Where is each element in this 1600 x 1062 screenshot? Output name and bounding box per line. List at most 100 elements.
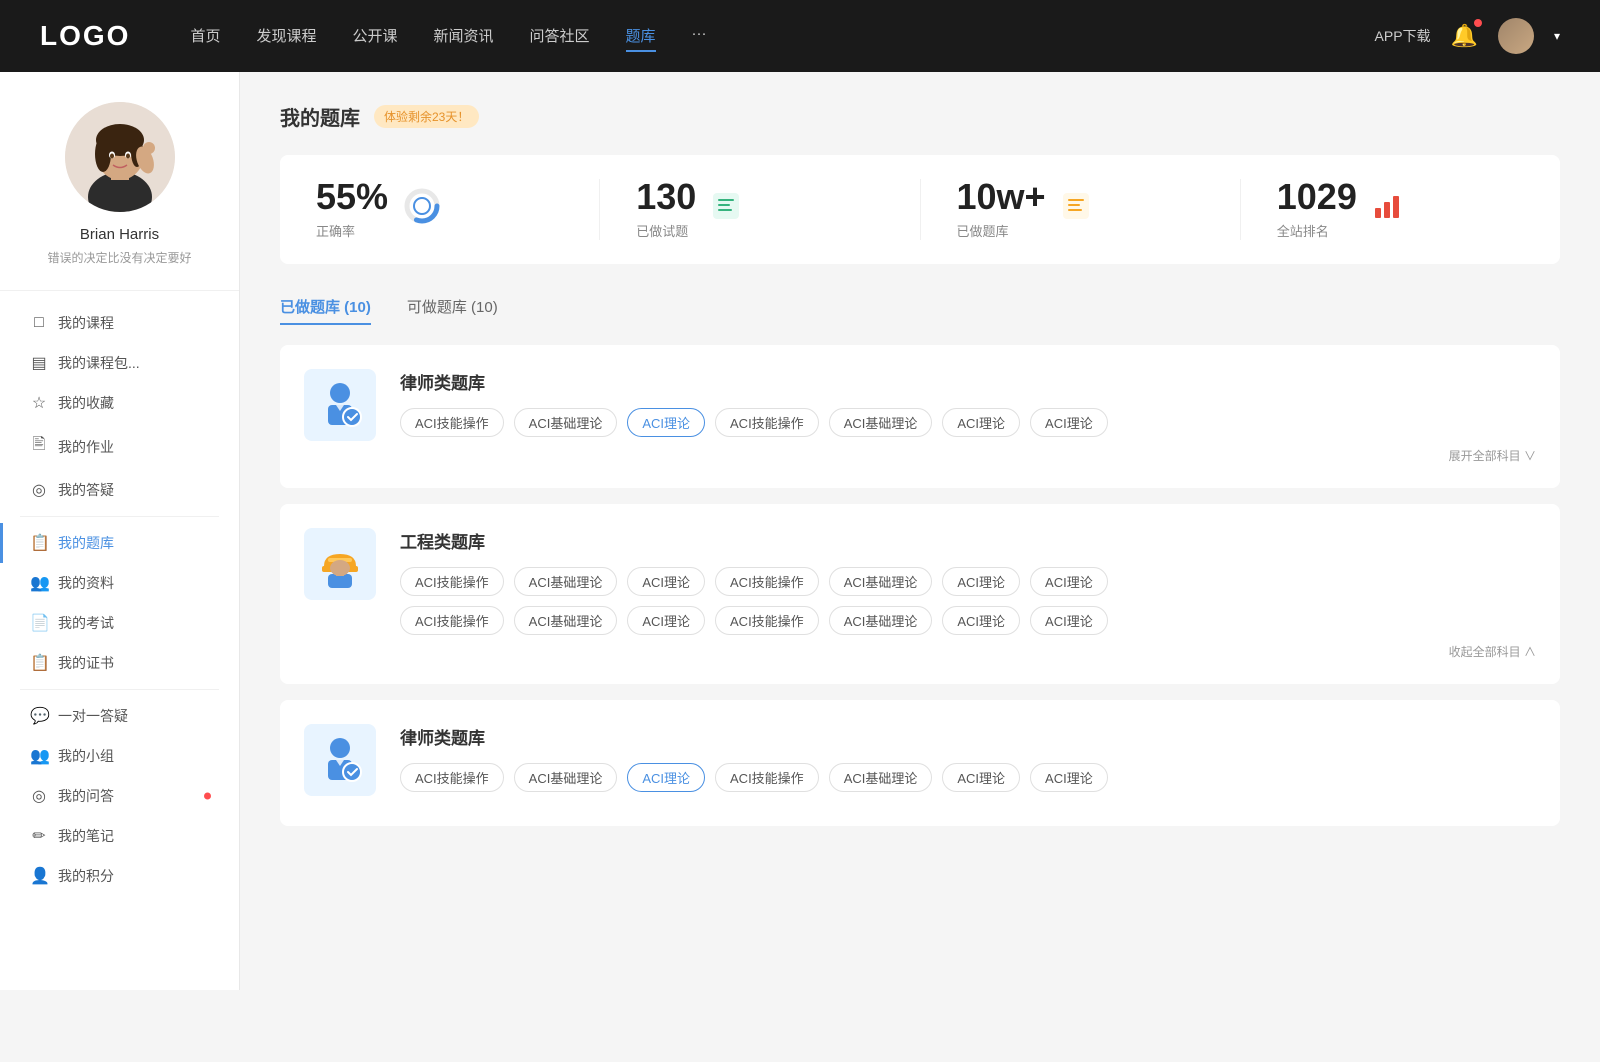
qbank-tag[interactable]: ACI基础理论: [514, 606, 618, 635]
qbank-tag-active[interactable]: ACI理论: [627, 763, 705, 792]
qbank-tag[interactable]: ACI理论: [1030, 763, 1108, 792]
qbank-tag-active[interactable]: ACI理论: [627, 408, 705, 437]
page-header: 我的题库 体验剩余23天！: [280, 102, 1560, 131]
trial-badge: 体验剩余23天！: [374, 105, 479, 128]
package-icon: ▤: [30, 353, 48, 373]
logo[interactable]: LOGO: [40, 20, 130, 52]
qbank-tag[interactable]: ACI基础理论: [514, 567, 618, 596]
sidebar-profile: Brian Harris 错误的决定比没有决定要好: [0, 102, 239, 291]
sidebar-item-my-course[interactable]: □ 我的课程: [0, 303, 239, 343]
qbank-tag[interactable]: ACI理论: [1030, 567, 1108, 596]
qbank-tag[interactable]: ACI理论: [942, 763, 1020, 792]
qbank-tag[interactable]: ACI技能操作: [715, 763, 819, 792]
qbank-tag[interactable]: ACI基础理论: [829, 567, 933, 596]
qbank-tag[interactable]: ACI基础理论: [829, 606, 933, 635]
qbank-tag[interactable]: ACI技能操作: [715, 408, 819, 437]
navbar: LOGO 首页 发现课程 公开课 新闻资讯 问答社区 题库 ··· APP下载 …: [0, 0, 1600, 72]
sidebar-item-label: 我的资料: [58, 573, 114, 593]
list-teal-icon: [710, 190, 742, 229]
sidebar-item-course-package[interactable]: ▤ 我的课程包...: [0, 343, 239, 383]
bell-icon: 🔔: [1451, 23, 1478, 48]
qbank-tag[interactable]: ACI基础理论: [829, 408, 933, 437]
user-avatar[interactable]: [1498, 18, 1534, 54]
nav-open-course[interactable]: 公开课: [352, 21, 397, 52]
page-title: 我的题库: [280, 102, 360, 131]
sidebar-item-my-data[interactable]: 👥 我的资料: [0, 563, 239, 603]
stat-accuracy-label: 正确率: [316, 221, 388, 240]
nav-discover[interactable]: 发现课程: [256, 21, 316, 52]
qbank-lawyer-icon-wrap: [304, 369, 376, 441]
stat-done-questions-main: 130 已做试题: [636, 179, 696, 240]
stats-row: 55% 正确率 130 已做试题: [280, 155, 1560, 264]
qbank-tag[interactable]: ACI基础理论: [514, 408, 618, 437]
stat-ranking-value: 1029: [1277, 179, 1357, 215]
qbank-icon: 📋: [30, 533, 48, 553]
content-tabs: 已做题库 (10) 可做题库 (10): [280, 288, 1560, 325]
expand-link-2[interactable]: 收起全部科目 ∧: [400, 643, 1536, 660]
star-icon: ☆: [30, 393, 48, 413]
sidebar-item-one-on-one[interactable]: 💬 一对一答疑: [0, 696, 239, 736]
qbank-tag[interactable]: ACI理论: [1030, 606, 1108, 635]
points-icon: 👤: [30, 866, 48, 886]
sidebar-item-label: 我的答疑: [58, 480, 114, 500]
nav-news[interactable]: 新闻资讯: [434, 21, 494, 52]
qbank-tag[interactable]: ACI技能操作: [715, 606, 819, 635]
qbank-tag[interactable]: ACI理论: [942, 408, 1020, 437]
qbank-tag[interactable]: ACI技能操作: [400, 567, 504, 596]
qbank-tag[interactable]: ACI理论: [627, 606, 705, 635]
qbank-tag[interactable]: ACI基础理论: [514, 763, 618, 792]
qbank-tag[interactable]: ACI理论: [942, 606, 1020, 635]
stat-accuracy-value: 55%: [316, 179, 388, 215]
sidebar-item-certificate[interactable]: 📋 我的证书: [0, 643, 239, 683]
sidebar-item-my-qa[interactable]: ◎ 我的答疑: [0, 470, 239, 510]
main-layout: Brian Harris 错误的决定比没有决定要好 □ 我的课程 ▤ 我的课程包…: [0, 72, 1600, 990]
sidebar-item-homework[interactable]: 🖹 我的作业: [0, 423, 239, 470]
qbank-tag[interactable]: ACI技能操作: [400, 763, 504, 792]
navbar-right: APP下载 🔔 ▾: [1375, 18, 1560, 54]
sidebar-item-my-questions[interactable]: ◎ 我的问答: [0, 776, 239, 816]
sidebar-divider-2: [20, 689, 219, 690]
nav-home[interactable]: 首页: [190, 21, 220, 52]
app-download-link[interactable]: APP下载: [1375, 26, 1431, 46]
stat-done-questions-label: 已做试题: [636, 221, 696, 240]
qbank-engineer-icon-wrap: [304, 528, 376, 600]
sidebar-item-label: 我的小组: [58, 746, 114, 766]
notes-icon: ✏: [30, 826, 48, 846]
sidebar-item-label: 我的题库: [58, 533, 114, 553]
chat-icon: 💬: [30, 706, 48, 726]
question-notification-dot: [204, 793, 211, 800]
stat-done-banks-label: 已做题库: [957, 221, 1046, 240]
stat-done-questions-value: 130: [636, 179, 696, 215]
sidebar-item-my-group[interactable]: 👥 我的小组: [0, 736, 239, 776]
avatar-dropdown-arrow[interactable]: ▾: [1554, 29, 1560, 43]
qbank-tag[interactable]: ACI理论: [942, 567, 1020, 596]
nav-qa[interactable]: 问答社区: [530, 21, 590, 52]
stat-done-questions: 130 已做试题: [600, 179, 920, 240]
qbank-tag[interactable]: ACI技能操作: [400, 408, 504, 437]
qbank-tag[interactable]: ACI技能操作: [400, 606, 504, 635]
qbank-tag[interactable]: ACI基础理论: [829, 763, 933, 792]
qbank-tag[interactable]: ACI理论: [1030, 408, 1108, 437]
sidebar-item-favorites[interactable]: ☆ 我的收藏: [0, 383, 239, 423]
sidebar-item-qbank[interactable]: 📋 我的题库: [0, 523, 239, 563]
homework-icon: 🖹: [30, 433, 48, 460]
nav-more[interactable]: ···: [692, 21, 707, 52]
sidebar-item-label: 我的证书: [58, 653, 114, 673]
notification-bell[interactable]: 🔔: [1451, 23, 1478, 49]
sidebar-item-notes[interactable]: ✏ 我的笔记: [0, 816, 239, 856]
qbank-lawyer-1-tags: ACI技能操作 ACI基础理论 ACI理论 ACI技能操作 ACI基础理论 AC…: [400, 408, 1536, 437]
qbank-tag[interactable]: ACI理论: [627, 567, 705, 596]
nav-qbank[interactable]: 题库: [626, 21, 656, 52]
sidebar-item-exam[interactable]: 📄 我的考试: [0, 603, 239, 643]
tab-done-banks[interactable]: 已做题库 (10): [280, 288, 371, 325]
sidebar-item-points[interactable]: 👤 我的积分: [0, 856, 239, 896]
expand-link-1[interactable]: 展开全部科目 ∨: [400, 447, 1536, 464]
sidebar-item-label: 一对一答疑: [58, 706, 128, 726]
stat-accuracy-main: 55% 正确率: [316, 179, 388, 240]
tab-available-banks[interactable]: 可做题库 (10): [407, 288, 498, 325]
notification-badge: [1474, 19, 1482, 27]
stat-done-banks: 10w+ 已做题库: [921, 179, 1241, 240]
group-icon: 👥: [30, 746, 48, 766]
qbank-tag[interactable]: ACI技能操作: [715, 567, 819, 596]
avatar: [65, 102, 175, 212]
